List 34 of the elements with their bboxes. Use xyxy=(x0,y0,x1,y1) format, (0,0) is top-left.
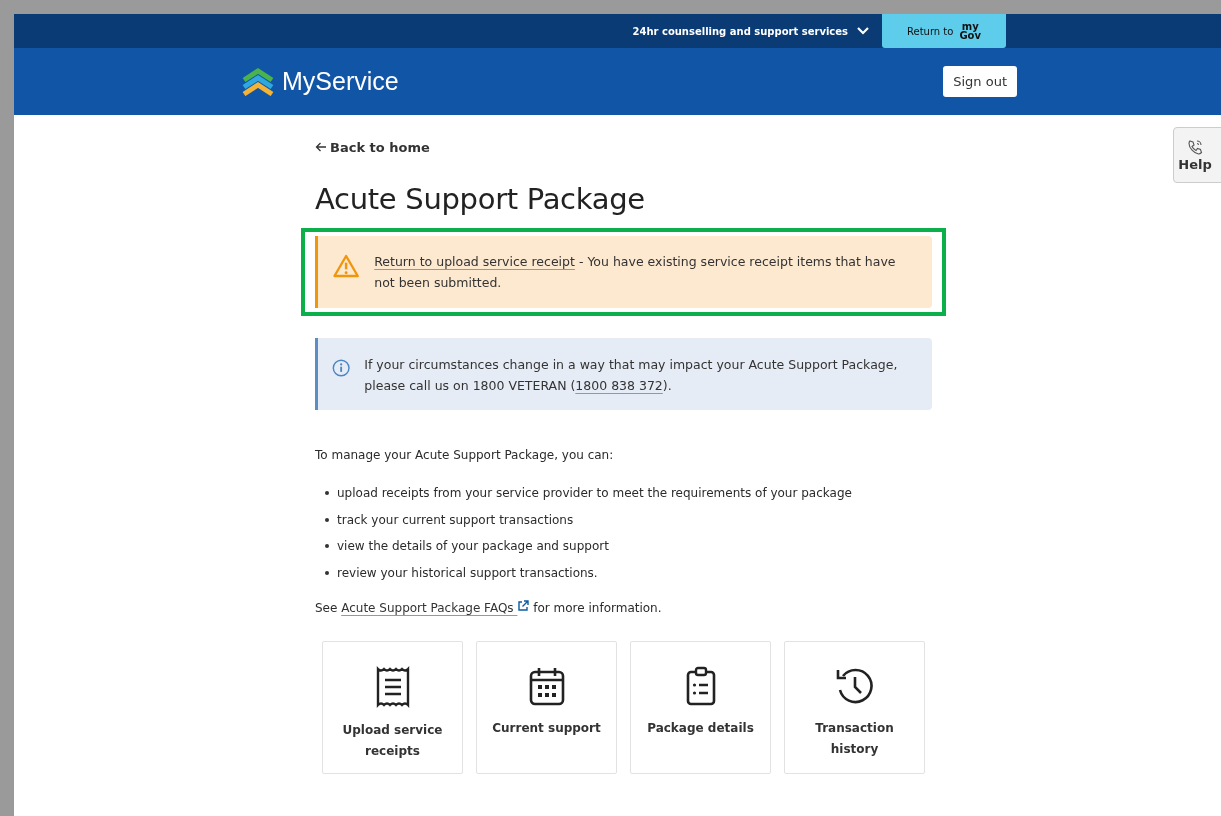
bullet-item: review your historical support transactions. xyxy=(337,564,598,582)
upload-receipt-link[interactable]: Return to upload service receipt xyxy=(374,254,575,269)
faq-sentence: See Acute Support Package FAQs for more information. xyxy=(315,600,663,615)
phone-link[interactable]: 1800 838 372 xyxy=(575,378,663,393)
page-title: Acute Support Package xyxy=(315,182,646,216)
history-clock-icon xyxy=(834,666,875,706)
back-arrow-icon xyxy=(315,142,327,152)
bullet-dot-icon xyxy=(325,544,329,549)
external-link-icon xyxy=(517,600,530,612)
back-link[interactable]: Back to home xyxy=(315,139,430,155)
intro-text: To manage your Acute Support Package, you can: xyxy=(315,448,615,462)
support-services-menu[interactable]: 24hr counselling and support services xyxy=(620,14,882,48)
bullet-dot-icon xyxy=(325,517,329,522)
navigation-tile[interactable]: Current support xyxy=(476,641,617,774)
calendar-icon xyxy=(528,666,565,706)
navigation-tile[interactable]: Transaction history xyxy=(784,641,925,774)
bullet-dot-icon xyxy=(325,570,329,575)
help-button[interactable]: Help xyxy=(1173,127,1221,183)
bullet-item: view the details of your package and support xyxy=(337,538,609,555)
logo-text: MyService xyxy=(282,67,399,96)
bullet-item: upload receipts from your service provider to meet the requirements of your package xyxy=(337,485,852,502)
info-message: If your circumstances change in a way that may impact your Acute Support Package, please call us on 1800 VETERAN (1800 838 372). xyxy=(364,356,899,395)
bullet-dot-icon xyxy=(325,491,329,496)
navigation-tile[interactable]: Upload service receipts xyxy=(322,641,463,774)
chevron-down-icon xyxy=(856,26,870,36)
logo-chevrons-icon xyxy=(240,67,276,96)
warning-message: Return to upload service receipt - You have existing service receipt items that have not been submitted. xyxy=(374,253,897,292)
clipboard-list-icon xyxy=(684,666,717,706)
phone-icon xyxy=(1187,138,1203,155)
faq-link[interactable]: Acute Support Package FAQs xyxy=(341,601,530,615)
navigation-tile[interactable]: Package details xyxy=(630,641,771,774)
receipt-icon xyxy=(374,666,411,708)
sign-out-button[interactable]: Sign out xyxy=(943,66,1017,97)
bullet-item: track your current support transactions xyxy=(337,511,574,529)
